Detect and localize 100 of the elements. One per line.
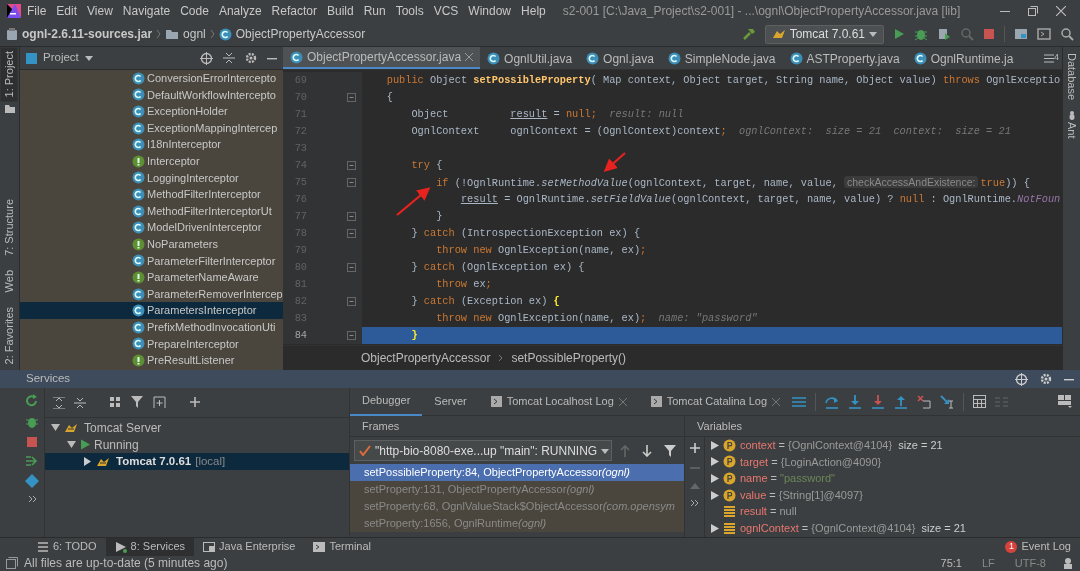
menu-item[interactable]: View (82, 2, 118, 20)
variable-entry[interactable]: ognlContext = {OgnlContext@4104} size = 21 (740, 520, 966, 537)
event-log-button[interactable]: 1 Event Log (996, 537, 1080, 556)
variable-entry[interactable]: context = {OgnlContext@4104} size = 21 (740, 437, 943, 454)
debugger-tab[interactable]: Tomcat Localhost Log (478, 387, 639, 416)
tree-item[interactable]: NoParameters (147, 236, 218, 253)
tree-item[interactable]: ParameterFilterInterceptor (147, 252, 276, 270)
frames-icon[interactable] (792, 395, 807, 408)
breadcrumb[interactable]: setPossibleProperty() (511, 349, 627, 367)
tool-window-tab[interactable]: 6: TODO (28, 537, 106, 556)
tree-item[interactable]: PreResultListener (147, 352, 235, 369)
debugger-tab[interactable]: Debugger (350, 387, 423, 416)
file-encoding[interactable]: UTF-8 (1014, 554, 1046, 571)
tree-item[interactable]: ExceptionMappingIntercep (147, 119, 278, 137)
search-icon[interactable] (1060, 27, 1074, 41)
tree-item[interactable]: Tomcat 7.0.61 (116, 452, 192, 471)
restore-icon[interactable] (1028, 6, 1038, 16)
add-icon[interactable] (190, 396, 202, 409)
layout-icon[interactable] (1058, 395, 1072, 409)
editor-tab[interactable]: ASTProperty.java (782, 47, 907, 69)
tool-window-tab[interactable]: 2: Favorites (1, 302, 18, 368)
collapsed-arrow-icon[interactable] (711, 523, 719, 533)
debug-icon[interactable] (914, 27, 928, 41)
collapse-all-icon[interactable] (74, 396, 86, 409)
menu-item[interactable]: Run (358, 2, 391, 20)
run-to-cursor-icon[interactable] (940, 394, 955, 409)
tool-window-tab[interactable]: Web (1, 266, 18, 297)
drop-frame-icon[interactable] (917, 394, 932, 409)
debugger-tab[interactable]: Server (422, 387, 479, 416)
rerun-icon[interactable] (25, 394, 39, 408)
tree-item[interactable]: ParametersInterceptor (147, 302, 257, 319)
calculator-icon[interactable] (973, 395, 987, 408)
tree-item[interactable]: ConversionErrorIntercepto (147, 70, 276, 87)
menu-item[interactable]: Build (321, 2, 359, 20)
fold-marker-icon[interactable] (347, 161, 356, 170)
tree-item[interactable]: PrepareInterceptor (147, 335, 239, 353)
close-icon[interactable] (465, 53, 474, 61)
filter-icon[interactable] (131, 396, 144, 409)
selected-row-highlight[interactable]: ParametersInterceptor (20, 302, 283, 319)
force-step-into-icon[interactable] (871, 394, 886, 409)
locate-icon[interactable] (1015, 372, 1028, 386)
tool-window-tab[interactable]: 7: Structure (1, 195, 18, 261)
locate-icon[interactable] (200, 51, 213, 65)
cursor-position[interactable]: 75:1 (940, 554, 962, 571)
close-icon[interactable] (772, 398, 781, 407)
selected-row-highlight[interactable]: Tomcat 7.0.61 [local] (45, 453, 349, 470)
run-icon[interactable] (893, 28, 905, 40)
tree-item[interactable]: ParameterRemoverIntercep (147, 285, 283, 303)
variable-entry[interactable]: name = "password" (740, 470, 835, 487)
expand-all-icon[interactable] (53, 396, 65, 409)
breadcrumb[interactable]: ognl (183, 25, 206, 43)
project-structure-icon[interactable] (1014, 27, 1028, 41)
menu-item[interactable]: Edit (51, 2, 83, 20)
settings-icon[interactable] (245, 52, 257, 64)
line-separator[interactable]: LF (982, 554, 995, 571)
panel-title[interactable]: Project (43, 49, 79, 67)
stop-icon[interactable] (26, 436, 38, 448)
menu-item[interactable]: Analyze (213, 2, 267, 20)
thread-dropdown[interactable]: "http-bio-8080-exe...up "main": RUNNING (354, 440, 612, 461)
step-over-icon[interactable] (825, 394, 840, 409)
menu-item[interactable]: Navigate (117, 2, 176, 20)
menu-item[interactable]: Code (175, 2, 214, 20)
close-icon[interactable] (618, 398, 627, 407)
tree-item[interactable]: I18nInterceptor (147, 136, 221, 153)
hammer-icon[interactable] (741, 27, 756, 41)
breadcrumb[interactable]: ognl-2.6.11-sources.jar (22, 25, 153, 43)
new-tab-icon[interactable] (153, 396, 166, 409)
tree-item[interactable]: MethodFilterInterceptorUt (147, 202, 272, 220)
fold-marker-icon[interactable] (347, 263, 356, 272)
variable-entry[interactable]: target = {LoginAction@4090} (740, 453, 882, 471)
tool-window-tab[interactable]: Java Enterprise (194, 537, 305, 556)
menu-item[interactable]: File (22, 2, 52, 20)
step-into-icon[interactable] (848, 394, 863, 409)
editor-tab[interactable]: SimpleNode.java (660, 47, 783, 69)
step-out-icon[interactable] (894, 394, 909, 409)
debug-icon[interactable] (25, 415, 39, 429)
fold-marker-icon[interactable] (347, 93, 356, 102)
tool-window-tab[interactable]: Terminal (304, 537, 381, 556)
terminal-icon[interactable] (1037, 27, 1051, 41)
diamond-icon[interactable] (25, 474, 39, 488)
tree-item[interactable]: ParameterNameAware (147, 269, 259, 286)
stack-frame[interactable]: setPossibleProperty:84, ObjectPropertyAccessor(ognl) (350, 464, 684, 481)
tool-window-tab[interactable]: 8: Services (105, 537, 195, 556)
tree-item[interactable]: PrefixMethodInvocationUti (147, 318, 276, 336)
debugger-tab[interactable]: Tomcat Catalina Log (638, 387, 793, 416)
coverage-icon[interactable] (937, 27, 951, 41)
menu-item[interactable]: Help (516, 2, 551, 20)
tree-item[interactable]: ExceptionHolder (147, 103, 228, 120)
more-icon[interactable] (27, 495, 37, 503)
fold-marker-icon[interactable] (347, 297, 356, 306)
inspector-icon[interactable] (1062, 557, 1074, 569)
group-icon[interactable] (110, 396, 122, 409)
tree-item[interactable]: Interceptor (147, 153, 200, 170)
filter-icon[interactable] (664, 444, 676, 457)
tree-item[interactable]: ModelDrivenInterceptor (147, 219, 262, 236)
deploy-icon[interactable] (25, 455, 39, 467)
menu-item[interactable]: VCS (428, 2, 464, 20)
tree-item[interactable]: Running (94, 435, 139, 454)
fold-marker-icon[interactable] (347, 229, 356, 238)
settings-icon[interactable] (1040, 373, 1052, 385)
